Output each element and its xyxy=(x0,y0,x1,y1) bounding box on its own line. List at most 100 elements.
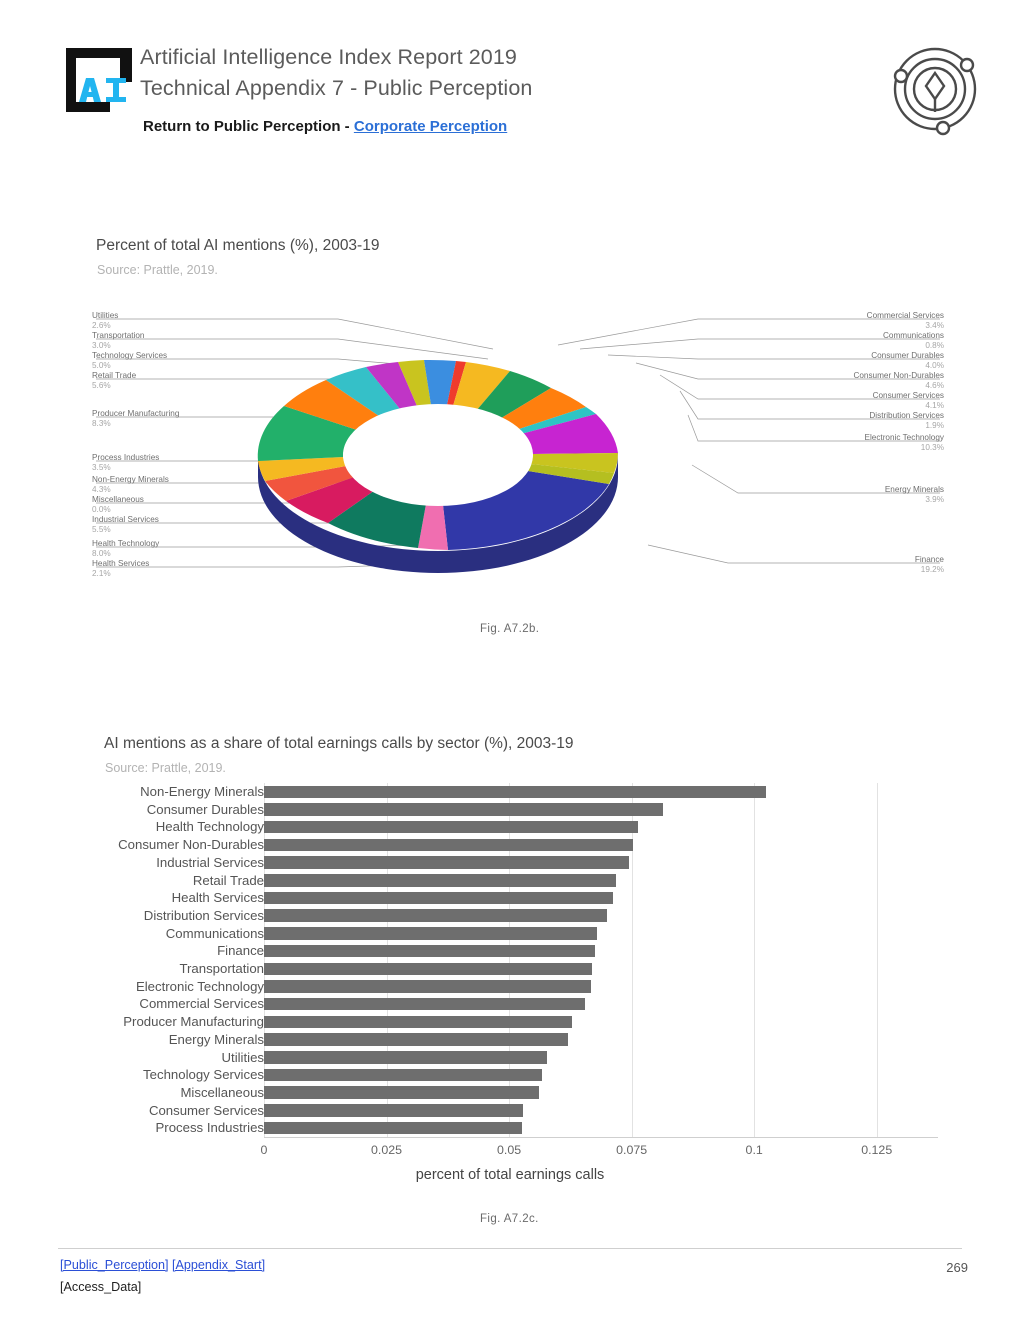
bar-value-rect[interactable] xyxy=(264,1086,540,1099)
bar-value-rect[interactable] xyxy=(264,909,608,922)
donut-label-left-1: Transportation 3.0% xyxy=(92,331,145,350)
bar-category-label: Miscellaneous xyxy=(180,1084,264,1100)
donut-label-left-3: Retail Trade 5.6% xyxy=(92,371,137,390)
x-tick-label: 0 xyxy=(260,1143,268,1157)
appendix-start-link[interactable]: [Appendix_Start] xyxy=(172,1258,265,1272)
donut-label-right-1: Communications 0.8% xyxy=(883,331,944,350)
donut-chart-plot: Utilities 2.6% Transportation 3.0% Techn… xyxy=(88,305,948,605)
figure-1-donut-chart: Percent of total AI mentions (%), 2003-1… xyxy=(0,225,1020,645)
bar-row: Producer Manufacturing xyxy=(0,1013,1020,1031)
bar-category-label: Consumer Non-Durables xyxy=(118,837,264,853)
bar-category-label: Transportation xyxy=(179,961,264,976)
figure-2-bar-chart: AI mentions as a share of total earnings… xyxy=(0,725,1020,1245)
bar-category-label: Utilities xyxy=(221,1049,265,1065)
bar-row: Distribution Services xyxy=(0,907,1020,925)
bar-category-label: Technology Services xyxy=(143,1067,264,1083)
bar-category-label: Energy Minerals xyxy=(168,1031,264,1047)
bar-row: Miscellaneous xyxy=(0,1084,1020,1102)
bar-category-label: Consumer Services xyxy=(148,1102,264,1118)
donut-label-right-7: Energy Minerals 3.9% xyxy=(884,485,944,504)
donut-label-left-6: Non-Energy Minerals 4.3% xyxy=(92,475,169,494)
bar-value-rect[interactable] xyxy=(264,891,613,905)
public-perception-link[interactable]: [Public_Perception] xyxy=(60,1258,169,1272)
bar-row: Communications xyxy=(0,925,1020,943)
bar-value-rect[interactable] xyxy=(264,803,664,816)
bar-value-rect[interactable] xyxy=(264,927,598,940)
page-footer: [Public_Perception] [Appendix_Start] [Ac… xyxy=(0,1248,1020,1320)
figure-2-title: AI mentions as a share of total earnings… xyxy=(104,735,574,752)
donut-label-right-4: Consumer Services 4.1% xyxy=(872,391,944,410)
bar-value-rect[interactable] xyxy=(264,1051,548,1064)
bar-category-label: Electronic Technology xyxy=(135,978,264,994)
bar-row: Consumer Non-Durables xyxy=(0,836,1020,854)
donut-label-right-5: Distribution Services 1.9% xyxy=(869,411,944,430)
donut-label-left-7: Miscellaneous 0.0% xyxy=(92,495,144,514)
bar-category-label: Communications xyxy=(165,925,264,941)
bar-category-label: Industrial Services xyxy=(156,854,264,870)
donut-label-left-5: Process Industries 3.5% xyxy=(92,453,160,472)
bar-value-rect[interactable] xyxy=(264,1068,543,1082)
bar-value-rect[interactable] xyxy=(264,980,591,993)
donut-label-right-3: Consumer Non-Durables 4.6% xyxy=(853,371,944,390)
bar-category-label: Finance xyxy=(217,943,264,959)
bar-row: Health Services xyxy=(0,889,1020,907)
bar-category-label: Producer Manufacturing xyxy=(123,1014,264,1030)
access-data-label: [Access_Data] xyxy=(60,1280,142,1294)
bar-chart-plot: Non-Energy Minerals Consumer Durables Heal… xyxy=(0,780,1020,1183)
bar-value-rect[interactable] xyxy=(264,944,595,958)
bar-value-rect[interactable] xyxy=(264,1121,523,1135)
bar-row: Non-Energy Minerals xyxy=(0,783,1020,801)
donut-label-right-6: Electronic Technology 10.3% xyxy=(864,433,945,452)
ai-bracket-logo-icon xyxy=(60,42,138,114)
figure-1-caption: Fig. A7.2b. xyxy=(480,623,540,635)
bar-value-rect[interactable] xyxy=(264,785,767,798)
bar-value-rect[interactable] xyxy=(264,1033,568,1046)
figure-2-source: Source: Prattle, 2019. xyxy=(105,761,226,775)
bar-value-rect[interactable] xyxy=(264,962,593,975)
x-tick-label: 0.1 xyxy=(745,1143,763,1157)
donut-chart-svg xyxy=(96,318,940,573)
donut-label-right-2: Consumer Durables 4.0% xyxy=(871,351,944,370)
donut-label-right-0: Commercial Services 3.4% xyxy=(866,311,944,330)
bar-row: Health Technology xyxy=(0,818,1020,836)
bar-category-label: Retail Trade xyxy=(192,872,264,888)
x-tick-label: 0.075 xyxy=(616,1143,648,1157)
corporate-perception-link[interactable]: Corporate Perception xyxy=(354,118,507,135)
donut-label-right-8: Finance 19.2% xyxy=(914,555,944,574)
access-data-line: [Access_Data] xyxy=(60,1280,141,1294)
donut-label-left-2: Technology Services 5.0% xyxy=(92,351,168,370)
figure-2-caption: Fig. A7.2c. xyxy=(480,1213,539,1225)
bar-row: Utilities xyxy=(0,1049,1020,1067)
donut-label-left-10: Health Services 2.1% xyxy=(92,559,150,578)
bar-category-label: Process Industries xyxy=(155,1120,264,1136)
page-title: Artificial Intelligence Index Report 201… xyxy=(140,42,760,104)
bar-category-label: Health Services xyxy=(171,890,264,906)
bar-value-rect[interactable] xyxy=(264,874,616,887)
x-axis-line xyxy=(264,1137,938,1138)
donut-label-left-8: Industrial Services 5.5% xyxy=(92,515,159,534)
x-tick-label: 0.05 xyxy=(497,1143,522,1157)
return-nav-line: Return to Public Perception - Corporate … xyxy=(143,118,507,135)
donut-label-left-4: Producer Manufacturing 8.3% xyxy=(92,409,180,428)
bar-value-rect[interactable] xyxy=(264,1015,572,1029)
donut-label-left-0: Utilities 2.6% xyxy=(92,311,119,330)
atom-orbit-logo-icon xyxy=(886,40,984,138)
bar-value-rect[interactable] xyxy=(264,838,633,852)
return-label: Return to Public Perception - xyxy=(143,118,354,135)
footer-divider xyxy=(58,1248,962,1249)
report-title-line-1: Artificial Intelligence Index Report 201… xyxy=(140,45,517,69)
bar-row: Finance xyxy=(0,942,1020,960)
bar-value-rect[interactable] xyxy=(264,856,630,869)
bar-row: Energy Minerals xyxy=(0,1031,1020,1049)
bar-value-rect[interactable] xyxy=(264,1104,523,1117)
bar-row: Process Industries xyxy=(0,1119,1020,1137)
bar-category-label: Distribution Services xyxy=(143,907,264,923)
x-tick-label: 0.125 xyxy=(861,1143,893,1157)
bar-value-rect[interactable] xyxy=(264,820,638,834)
bar-category-label: Commercial Services xyxy=(139,996,264,1012)
report-title-line-2: Technical Appendix 7 - Public Perception xyxy=(140,76,533,100)
bar-value-rect[interactable] xyxy=(264,997,586,1011)
bar-category-label: Health Technology xyxy=(155,819,264,835)
bar-row: Electronic Technology xyxy=(0,978,1020,996)
page-number: 269 xyxy=(946,1260,968,1275)
